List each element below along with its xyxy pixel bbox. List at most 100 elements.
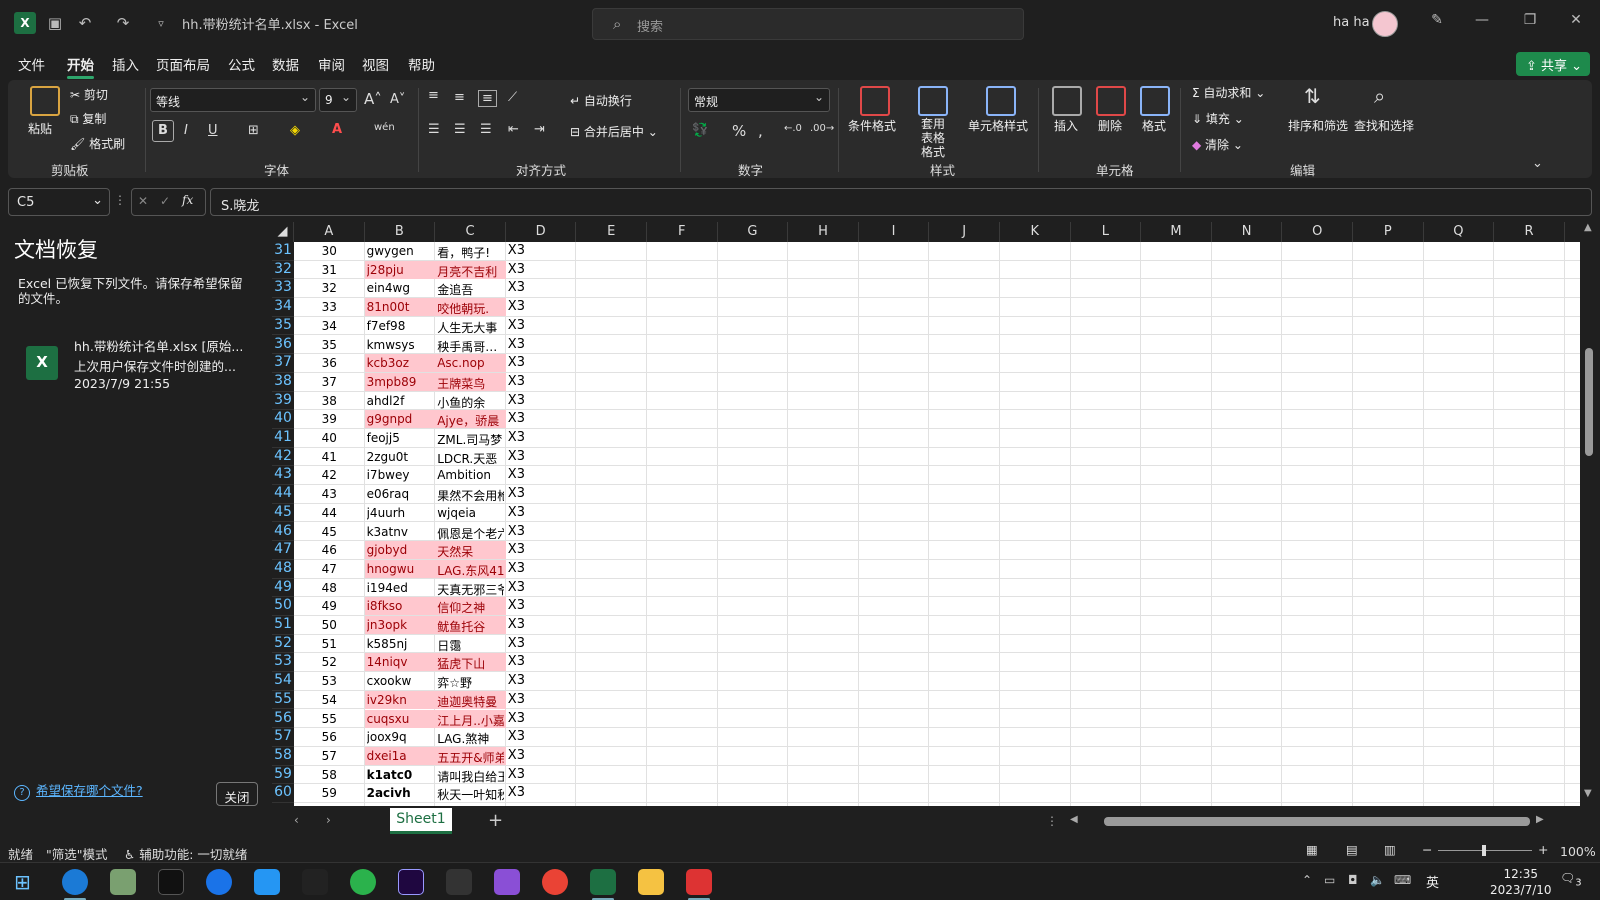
tab-formulas[interactable]: 公式 [228,54,255,74]
font-size-select[interactable]: 9 [319,88,357,112]
cell-d[interactable]: X3 [508,467,575,482]
network-icon[interactable]: ▭ [1324,873,1335,887]
after-effects-icon[interactable] [398,869,424,895]
cell-c[interactable]: 秧手禹哥… [437,338,504,355]
cell-d[interactable]: X3 [508,561,575,576]
align-bottom-icon[interactable]: ≡ [478,90,497,107]
qq-icon[interactable] [302,869,328,895]
wechat-icon[interactable] [350,869,376,895]
cancel-icon[interactable]: ✕ [138,194,148,208]
close-icon[interactable]: ✕ [1564,12,1588,34]
undo-icon[interactable]: ↶ [74,12,96,34]
align-right-icon[interactable]: ☰ [480,122,492,137]
column-header[interactable]: E [576,222,647,242]
row-header[interactable]: 35 [272,317,294,336]
cell-b[interactable]: e06raq [367,487,434,501]
scroll-up-icon[interactable]: ▲ [1584,222,1592,233]
cell-c[interactable]: 江上月..小嘉 [437,712,504,729]
cell-a[interactable]: 50 [294,618,365,632]
cell-c[interactable]: LAG.煞神 [437,730,504,747]
clear-button[interactable]: ◆ 清除 ⌄ [1192,136,1243,153]
column-header[interactable]: D [506,222,577,242]
cell-b[interactable]: k585nj [367,637,434,651]
cell-b[interactable]: k3atnv [367,525,434,539]
close-button[interactable]: 关闭 [216,782,258,806]
restore-icon[interactable]: ❐ [1518,12,1542,34]
cell-c[interactable]: 迪迦奥特曼 [437,693,504,710]
cell-d[interactable]: X3 [508,318,575,333]
cell-b[interactable]: kcb3oz [367,356,434,370]
cell-d[interactable]: X3 [508,598,575,613]
app-icon[interactable] [686,869,712,900]
tab-view[interactable]: 视图 [362,54,389,74]
cell-d[interactable]: X3 [508,355,575,370]
row-header[interactable]: 60 [272,784,294,803]
cell-c[interactable]: 看，鸭子! [437,244,504,261]
scroll-down-icon[interactable]: ▼ [1584,788,1592,799]
sort-filter-button[interactable]: 排序和筛选 [1288,117,1348,134]
tab-data[interactable]: 数据 [272,54,299,74]
cell-b[interactable]: gjobyd [367,543,434,557]
search-input[interactable]: ⌕ 搜索 [592,8,1024,40]
align-center-icon[interactable]: ☰ [454,122,466,137]
cell-c[interactable]: 请叫我白给王 [437,768,504,785]
cell-b[interactable]: 3mpb89 [367,375,434,389]
cell-a[interactable]: 47 [294,562,365,576]
vertical-scroll-thumb[interactable] [1585,348,1593,456]
row-header[interactable]: 44 [272,485,294,504]
prev-sheet-icon[interactable]: ‹ [294,813,299,827]
cell-a[interactable]: 51 [294,637,365,651]
cell-b[interactable]: j28pju [367,263,434,277]
cell-a[interactable]: 59 [294,786,365,800]
column-header[interactable]: K [1000,222,1071,242]
decrease-indent-icon[interactable]: ⇤ [508,122,519,137]
cell-d[interactable]: X3 [508,617,575,632]
autosum-button[interactable]: Σ 自动求和 ⌄ [1192,84,1265,101]
visual-studio-icon[interactable] [494,869,520,895]
cell-c[interactable]: Ambition [437,468,504,482]
increase-indent-icon[interactable]: ⇥ [534,122,545,137]
fill-button[interactable]: ⇓ 填充 ⌄ [1192,110,1244,127]
enter-icon[interactable]: ✓ [160,194,170,208]
cell-c[interactable]: 果然不会用枪 [437,487,504,504]
format-painter-button[interactable]: 🖌 格式刷 [70,135,125,152]
cell-c[interactable]: Asc.nop [437,356,504,370]
cell-b[interactable]: 2acivh [367,786,434,800]
minimize-icon[interactable]: — [1470,12,1494,34]
cell-a[interactable]: 42 [294,468,365,482]
cell-d[interactable]: X3 [508,486,575,501]
row-header[interactable]: 31 [272,242,294,261]
row-header[interactable]: 57 [272,728,294,747]
cell-d[interactable]: X3 [508,785,575,800]
cell-d[interactable]: X3 [508,580,575,595]
row-header[interactable]: 38 [272,373,294,392]
cell-c[interactable]: 信仰之神 [437,599,504,616]
row-header[interactable]: 45 [272,504,294,523]
cell-b[interactable]: iv29kn [367,693,434,707]
cell-c[interactable]: 王牌菜鸟 [437,375,504,392]
cell-a[interactable]: 39 [294,412,365,426]
formula-input[interactable]: S.晓龙 [210,188,1592,216]
cell-a[interactable]: 38 [294,394,365,408]
cell-d[interactable]: X3 [508,729,575,744]
row-header[interactable]: 52 [272,635,294,654]
cell-b[interactable]: g9gnpd [367,412,434,426]
cell-d[interactable]: X3 [508,430,575,445]
insert-cells-button[interactable]: 插入 [1054,117,1078,134]
row-header[interactable]: 41 [272,429,294,448]
cell-b[interactable]: cxookw [367,674,434,688]
tab-file[interactable]: 文件 [18,54,45,74]
row-header[interactable]: 54 [272,672,294,691]
row-header[interactable]: 50 [272,597,294,616]
normal-view-icon[interactable]: ▦ [1306,842,1318,857]
row-header[interactable]: 58 [272,747,294,766]
edge-icon[interactable] [62,869,88,900]
cell-b[interactable]: dxei1a [367,749,434,763]
cell-a[interactable]: 36 [294,356,365,370]
cell-styles-button[interactable]: 单元格样式 [968,117,1028,134]
page-break-view-icon[interactable]: ▥ [1384,842,1396,857]
cell-b[interactable]: 2zgu0t [367,450,434,464]
cell-a[interactable]: 37 [294,375,365,389]
cell-d[interactable]: X3 [508,280,575,295]
tab-insert[interactable]: 插入 [112,54,139,74]
